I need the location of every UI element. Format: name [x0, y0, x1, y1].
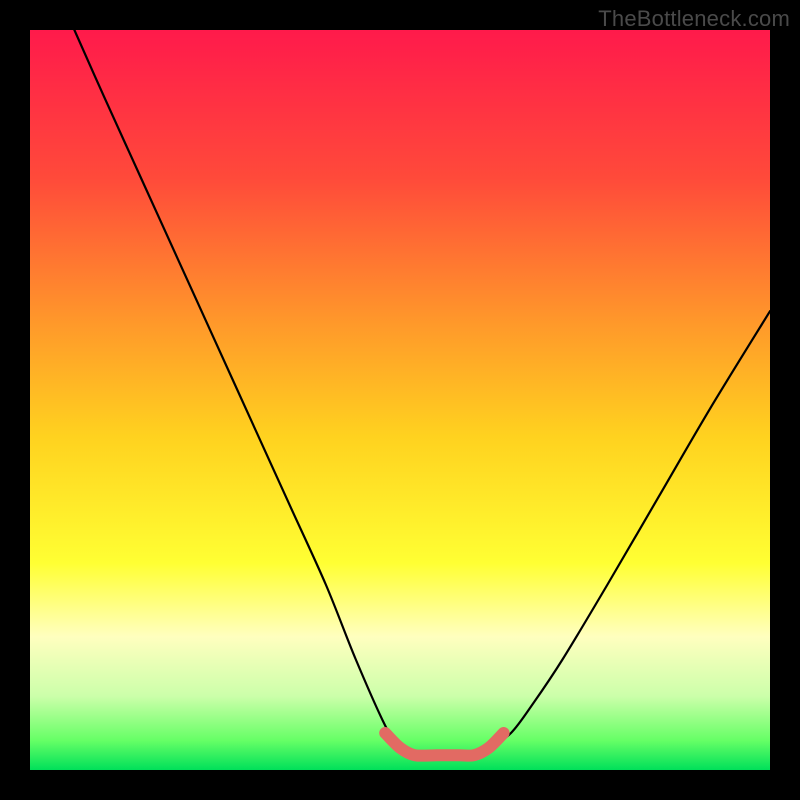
chart-svg: [30, 30, 770, 770]
watermark-text: TheBottleneck.com: [598, 6, 790, 32]
chart-frame: TheBottleneck.com: [0, 0, 800, 800]
gradient-background: [30, 30, 770, 770]
plot-area: [30, 30, 770, 770]
